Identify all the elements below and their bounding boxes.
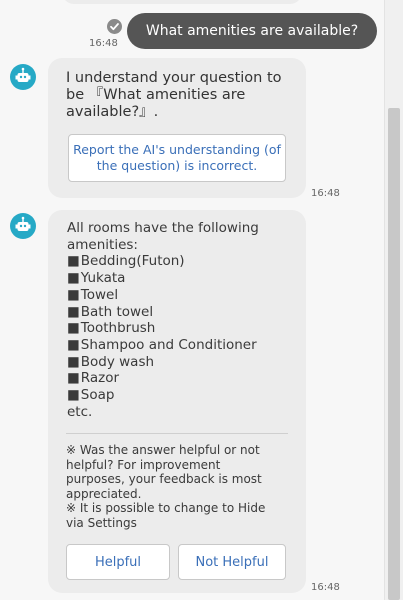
robot-icon	[10, 64, 36, 90]
list-item: Razor	[67, 370, 287, 387]
helpful-label: Helpful	[94, 554, 142, 570]
list-item: Yukata	[67, 270, 287, 287]
message-time: 16:48	[311, 188, 340, 199]
divider	[66, 433, 288, 434]
list-item: Shampoo and Conditioner	[67, 337, 287, 354]
user-message-bubble: What amenities are available?	[127, 13, 377, 49]
list-item: Bedding(Futon)	[67, 253, 287, 270]
robot-icon	[10, 213, 36, 239]
check-circle-icon	[107, 19, 122, 34]
answer-intro-line: amenities:	[67, 236, 138, 253]
list-item: Toothbrush	[67, 320, 287, 337]
report-incorrect-label: Report the AI's understanding (of the qu…	[73, 142, 281, 173]
feedback-line: ※ Was the answer helpful or not	[66, 443, 260, 457]
feedback-line: helpful? For improvement	[66, 457, 221, 472]
not-helpful-label: Not Helpful	[195, 554, 269, 570]
answer-etc: etc.	[67, 403, 93, 420]
helpful-button[interactable]: Helpful	[66, 544, 170, 580]
scrollbar-thumb[interactable]	[388, 108, 400, 600]
list-item: Body wash	[67, 354, 287, 371]
bot-message-line: be 『What amenities are	[66, 87, 246, 103]
feedback-line: via Settings	[66, 515, 137, 530]
amenities-list: All rooms have the following amenities: …	[67, 220, 287, 420]
bot-message-text: I understand your question to be 『What a…	[66, 70, 282, 121]
answer-intro-line: All rooms have the following	[67, 220, 259, 236]
scrollbar[interactable]	[384, 0, 403, 600]
bot-message-bubble: I understand your question to be 『What a…	[48, 58, 306, 198]
message-time: 16:48	[311, 582, 340, 593]
message-time: 16:48	[89, 38, 118, 49]
chat-area: What amenities are available? 16:48 I un…	[0, 0, 385, 600]
list-item: Towel	[67, 287, 287, 304]
bot-message-line: available?』.	[66, 104, 159, 120]
feedback-note: ※ Was the answer helpful or not helpful?…	[66, 443, 290, 531]
not-helpful-button[interactable]: Not Helpful	[178, 544, 286, 580]
bot-message-line: I understand your question to	[66, 70, 282, 86]
feedback-line: purposes, your feedback is most	[66, 472, 262, 487]
bot-answer-bubble: All rooms have the following amenities: …	[48, 210, 306, 593]
feedback-line: ※ It is possible to change to Hide	[66, 501, 266, 516]
user-message-row: What amenities are available? 16:48	[0, 0, 385, 55]
feedback-line: appreciated.	[66, 486, 142, 501]
list-item: Soap	[67, 387, 287, 404]
report-incorrect-button[interactable]: Report the AI's understanding (of the qu…	[68, 134, 286, 182]
list-item: Bath towel	[67, 304, 287, 321]
